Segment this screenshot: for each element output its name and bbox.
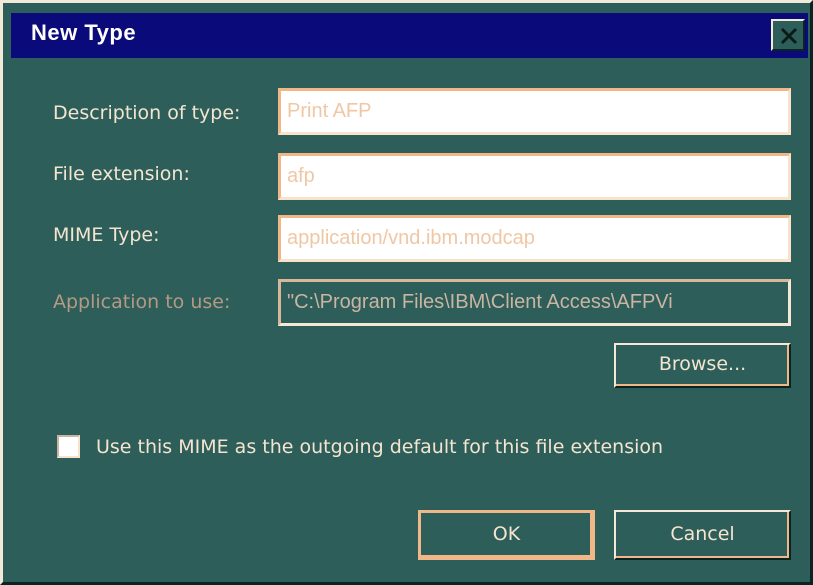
description-field[interactable] <box>278 88 791 135</box>
title-bar[interactable]: New Type <box>11 13 808 58</box>
application-input[interactable] <box>281 282 788 323</box>
extension-field[interactable] <box>278 153 791 200</box>
dialog-title: New Type <box>31 20 137 45</box>
close-icon <box>780 27 798 45</box>
browse-button-label: Browse... <box>658 353 747 375</box>
mime-label: MIME Type: <box>53 224 159 246</box>
extension-input[interactable] <box>281 156 788 197</box>
default-mime-checkbox-label[interactable]: Use this MIME as the outgoing default fo… <box>96 436 663 458</box>
description-label-text: Description of type: <box>53 102 241 124</box>
description-input[interactable] <box>281 91 788 132</box>
new-type-dialog: New Type Description of type: File exten… <box>0 0 813 585</box>
extension-label-text: File extension: <box>53 163 190 185</box>
browse-button[interactable]: Browse... <box>614 343 791 388</box>
application-field[interactable] <box>278 279 791 326</box>
default-mime-checkbox[interactable] <box>57 435 80 458</box>
close-button[interactable] <box>771 19 805 51</box>
cancel-button-label: Cancel <box>670 523 735 545</box>
mime-field[interactable] <box>278 215 791 262</box>
ok-button[interactable]: OK <box>418 510 595 560</box>
extension-label: File extension: <box>53 163 190 185</box>
ok-button-label: OK <box>492 523 521 545</box>
application-label-text: Application to use: <box>53 291 231 313</box>
mime-label-text: MIME Type: <box>53 224 160 246</box>
cancel-button[interactable]: Cancel <box>614 510 791 560</box>
application-label: Application to use: <box>53 291 230 313</box>
description-label: Description of type: <box>53 102 240 124</box>
mime-input[interactable] <box>281 218 788 259</box>
